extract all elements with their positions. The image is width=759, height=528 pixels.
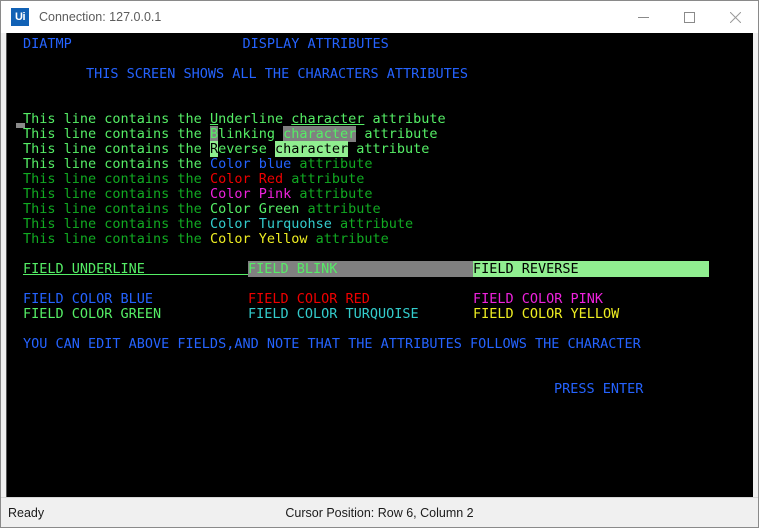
blinking-line: This line contains the Blinking characte… — [23, 126, 438, 142]
color-blue-line-seg-0: This line contains the — [23, 156, 210, 172]
color-pink-line-seg-2: Pink — [258, 186, 292, 202]
color-green-line-seg-2: Green — [258, 201, 300, 217]
terminal-container: DIATMP DISPLAY ATTRIBUTES THIS SCREEN SHO… — [1, 33, 758, 497]
window-title: Connection: 127.0.0.1 — [39, 10, 162, 24]
field-reverse-value[interactable]: FIELD REVERSE — [473, 261, 709, 277]
status-bar: Ready Cursor Position: Row 6, Column 2 — [1, 497, 758, 527]
color-green-line-seg-1: Color — [209, 201, 259, 217]
underline-line: This line contains the Underline charact… — [23, 112, 446, 127]
terminal-screen[interactable]: DIATMP DISPLAY ATTRIBUTES THIS SCREEN SHO… — [6, 33, 753, 497]
color-blue-line: This line contains the Color blue attrib… — [23, 157, 373, 172]
blinking-line-seg-4: attribute — [356, 126, 438, 142]
underline-line-seg-4: attribute — [364, 111, 446, 127]
status-cursor-position: Cursor Position: Row 6, Column 2 — [285, 505, 474, 520]
color-turquoise-line-seg-3: attribute — [331, 216, 414, 232]
color-yellow-line-seg-2: Yellow — [258, 231, 308, 247]
color-turquoise-line-seg-2: Turquohse — [258, 216, 332, 232]
blinking-line-seg-1: B — [209, 126, 219, 142]
underline-line-seg-1: U — [209, 111, 219, 127]
instruction-row: YOU CAN EDIT ABOVE FIELDS,AND NOTE THAT … — [23, 337, 641, 352]
reverse-line-seg-0: This line contains the — [23, 141, 210, 157]
color-green-line-seg-0: This line contains the — [23, 201, 210, 217]
color-yellow-line-seg-3: attribute — [307, 231, 389, 247]
header-row: DIATMP DISPLAY ATTRIBUTES — [23, 37, 389, 52]
color-red-line-seg-2: Red — [258, 171, 284, 187]
subtitle-row: THIS SCREEN SHOWS ALL THE CHARACTERS ATT… — [86, 67, 468, 82]
color-turquoise-line-seg-0: This line contains the — [23, 216, 210, 232]
field-color-turquoise: FIELD COLOR TURQUOISE — [248, 307, 419, 322]
reverse-line-seg-1: R — [209, 141, 219, 157]
reverse-line-seg-3: character — [274, 141, 349, 157]
field-color-green: FIELD COLOR GREEN — [23, 307, 161, 322]
field-color-yellow: FIELD COLOR YELLOW — [473, 307, 619, 322]
window-controls — [620, 1, 758, 33]
color-red-line-seg-0: This line contains the — [23, 171, 210, 187]
color-yellow-line-seg-1: Color — [209, 231, 259, 247]
field-color-green-value[interactable]: FIELD COLOR GREEN — [23, 306, 161, 322]
color-blue-line-seg-1: Color — [209, 156, 259, 172]
field-color-pink: FIELD COLOR PINK — [473, 292, 603, 307]
color-red-line: This line contains the Color Red attribu… — [23, 172, 364, 187]
blinking-line-seg-3: character — [283, 126, 357, 142]
color-blue-line-seg-3: attribute — [291, 156, 373, 172]
color-red-line-seg-1: Color — [209, 171, 259, 187]
underline-line-seg-0: This line contains the — [23, 111, 210, 127]
field-color-pink-value[interactable]: FIELD COLOR PINK — [473, 291, 603, 307]
blinking-line-seg-2: linking — [218, 126, 284, 142]
press-enter-prompt: PRESS ENTER — [554, 381, 644, 397]
reverse-line-seg-4: attribute — [348, 141, 430, 157]
field-color-red: FIELD COLOR RED — [248, 292, 370, 307]
prompt-row: PRESS ENTER — [554, 382, 643, 397]
reverse-line: This line contains the Reverse character… — [23, 141, 430, 157]
minimize-button[interactable] — [620, 1, 666, 33]
title-bar: Ui Connection: 127.0.0.1 — [1, 1, 758, 33]
field-underline: FIELD UNDERLINE — [23, 262, 251, 277]
screen-title: DISPLAY ATTRIBUTES — [242, 36, 389, 52]
application-window: Ui Connection: 127.0.0.1 DIATMP DISPLAY … — [0, 0, 759, 528]
field-reverse: FIELD REVERSE — [473, 261, 709, 277]
reverse-line-seg-2: everse — [218, 141, 275, 157]
field-blink: FIELD BLINK — [248, 261, 484, 277]
color-turquoise-line: This line contains the Color Turquohse a… — [23, 217, 413, 232]
field-color-turquoise-value[interactable]: FIELD COLOR TURQUOISE — [248, 306, 419, 322]
field-blink-value[interactable]: FIELD BLINK — [248, 261, 484, 277]
blinking-line-seg-0: This line contains the — [23, 126, 210, 142]
app-icon: Ui — [11, 8, 29, 26]
field-color-blue: FIELD COLOR BLUE — [23, 292, 153, 307]
underline-line-seg-3: character — [291, 111, 365, 127]
color-red-line-seg-3: attribute — [283, 171, 365, 187]
field-color-red-value[interactable]: FIELD COLOR RED — [248, 291, 370, 307]
maximize-button[interactable] — [666, 1, 712, 33]
color-green-line: This line contains the Color Green attri… — [23, 202, 381, 217]
color-green-line-seg-3: attribute — [299, 201, 381, 217]
color-yellow-line: This line contains the Color Yellow attr… — [23, 232, 389, 247]
color-pink-line-seg-1: Color — [209, 186, 259, 202]
underline-line-seg-2: nderline — [218, 111, 292, 127]
field-color-yellow-value[interactable]: FIELD COLOR YELLOW — [473, 306, 619, 322]
color-turquoise-line-seg-1: Color — [209, 216, 259, 232]
color-yellow-line-seg-0: This line contains the — [23, 231, 210, 247]
color-pink-line-seg-3: attribute — [291, 186, 373, 202]
color-pink-line: This line contains the Color Pink attrib… — [23, 187, 373, 202]
field-color-blue-value[interactable]: FIELD COLOR BLUE — [23, 291, 153, 307]
program-id: DIATMP — [23, 36, 243, 52]
color-blue-line-seg-2: blue — [258, 156, 292, 172]
status-state: Ready — [8, 505, 45, 520]
close-button[interactable] — [712, 1, 758, 33]
screen-subtitle: THIS SCREEN SHOWS ALL THE CHARACTERS ATT… — [86, 66, 469, 82]
color-pink-line-seg-0: This line contains the — [23, 186, 210, 202]
field-underline-value[interactable]: FIELD UNDERLINE — [23, 261, 251, 277]
instruction-text: YOU CAN EDIT ABOVE FIELDS,AND NOTE THAT … — [23, 336, 641, 352]
